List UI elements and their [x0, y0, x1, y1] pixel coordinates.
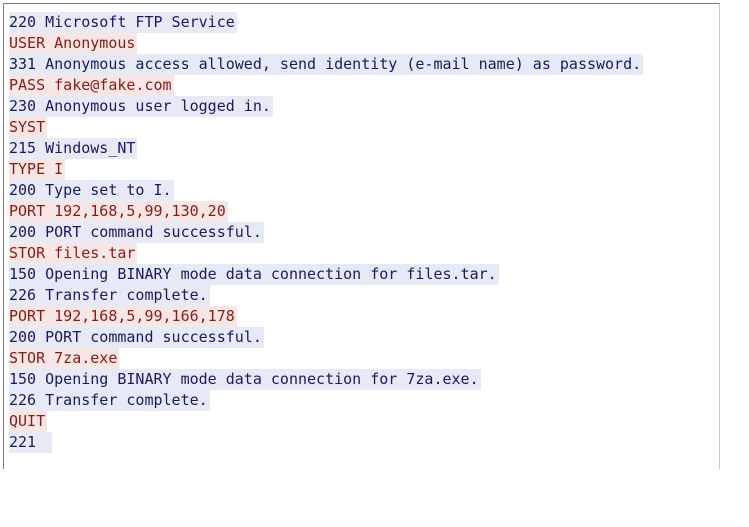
- client-line: PORT 192,168,5,99,166,178: [9, 306, 237, 327]
- client-line: TYPE I: [9, 159, 66, 180]
- server-line: 150 Opening BINARY mode data connection …: [9, 264, 499, 285]
- client-line: USER Anonymous: [9, 33, 138, 54]
- server-line: 200 PORT command successful.: [9, 222, 264, 243]
- stream-content: 220 Microsoft FTP Service USER Anonymous…: [9, 12, 644, 453]
- server-line: 150 Opening BINARY mode data connection …: [9, 369, 481, 390]
- server-line: 200 PORT command successful.: [9, 327, 264, 348]
- server-line: 226 Transfer complete.: [9, 390, 210, 411]
- server-line: 200 Type set to I.: [9, 180, 174, 201]
- server-line: 221: [9, 432, 643, 453]
- server-line: 226 Transfer complete.: [9, 285, 210, 306]
- client-line: STOR 7za.exe: [9, 348, 120, 369]
- client-line: STOR files.tar: [9, 243, 138, 264]
- client-line: PORT 192,168,5,99,130,20: [9, 201, 228, 222]
- client-line: QUIT: [9, 411, 48, 432]
- server-line: 331 Anonymous access allowed, send ident…: [9, 54, 644, 75]
- server-line: 215 Windows_NT: [9, 138, 138, 159]
- server-line: 220 Microsoft FTP Service: [9, 12, 237, 33]
- server-line: 230 Anonymous user logged in.: [9, 96, 273, 117]
- tcp-stream-pane[interactable]: 220 Microsoft FTP Service USER Anonymous…: [3, 3, 720, 469]
- client-line: SYST: [9, 117, 48, 138]
- client-line: PASS fake@fake.com: [9, 75, 174, 96]
